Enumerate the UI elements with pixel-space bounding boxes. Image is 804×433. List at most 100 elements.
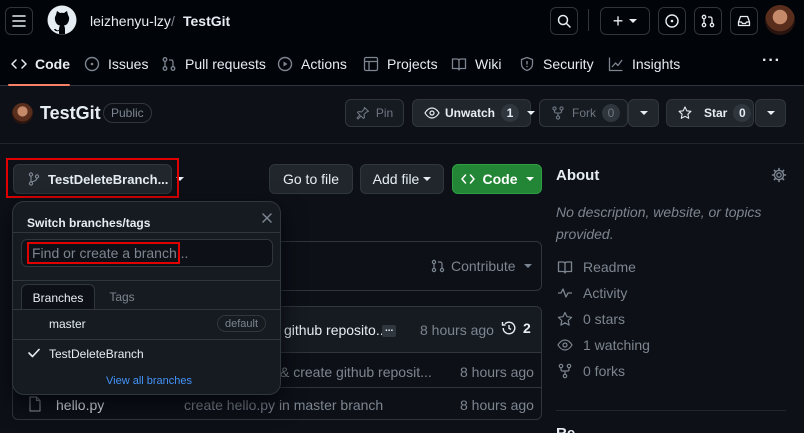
- avatar[interactable]: [765, 5, 795, 35]
- tab-projects[interactable]: Projects: [363, 52, 438, 76]
- star-button[interactable]: Star 0: [666, 99, 754, 127]
- code-button[interactable]: Code: [452, 164, 542, 194]
- file-row-2-message[interactable]: create hello.py in master branch: [184, 397, 383, 413]
- star-label: Star: [704, 106, 728, 120]
- git-pull-request-icon: [161, 56, 177, 72]
- create-new-button[interactable]: +: [600, 7, 650, 35]
- pull-requests-button[interactable]: [694, 7, 722, 35]
- star-icon: [678, 106, 692, 120]
- branch-item-testdeletebranch[interactable]: TestDeleteBranch: [13, 341, 280, 367]
- about-activity[interactable]: Activity: [557, 283, 627, 303]
- about-watching[interactable]: 1 watching: [557, 335, 650, 355]
- fork-button[interactable]: Fork 0: [539, 99, 628, 127]
- tab-branches[interactable]: Branches: [21, 284, 95, 310]
- commit-history-link[interactable]: 2: [501, 320, 531, 336]
- branch-item-master[interactable]: master default: [13, 311, 280, 337]
- close-icon[interactable]: [260, 211, 274, 225]
- about-readme[interactable]: Readme: [557, 257, 636, 277]
- menu-button[interactable]: [5, 7, 33, 35]
- eye-icon: [424, 106, 440, 120]
- caret-down-icon: [629, 19, 638, 23]
- star-options-button[interactable]: [755, 99, 786, 127]
- about-forks-label: 0 forks: [583, 363, 626, 379]
- pin-icon: [356, 106, 370, 120]
- git-pull-request-icon: [701, 14, 715, 28]
- tab-wiki[interactable]: Wiki: [451, 52, 501, 76]
- tab-wiki-label: Wiki: [475, 56, 502, 72]
- unwatch-button[interactable]: Unwatch 1: [412, 99, 536, 127]
- about-description: No description, website, or topics provi…: [556, 204, 762, 242]
- fork-count: 0: [602, 104, 620, 122]
- tab-actions[interactable]: Actions: [277, 52, 347, 76]
- default-badge: default: [217, 315, 267, 332]
- tab-pull-requests-label: Pull requests: [185, 56, 266, 72]
- caret-down-icon: [525, 177, 534, 181]
- search-icon: [557, 14, 571, 28]
- inbox-icon: [737, 14, 751, 28]
- about-stars[interactable]: 0 stars: [557, 309, 625, 329]
- dropdown-title: Switch branches/tags: [27, 216, 151, 230]
- add-file-label: Add file: [372, 171, 420, 187]
- about-stars-label: 0 stars: [583, 311, 626, 327]
- code-icon: [11, 56, 27, 72]
- git-pull-request-icon: [431, 259, 445, 273]
- about-forks[interactable]: 0 forks: [557, 361, 625, 381]
- dropdown-tabs-bottom: [13, 309, 280, 310]
- unwatch-label: Unwatch: [445, 106, 496, 120]
- global-header: leizhenyu-lzy / TestGit + Code Issues Pu…: [0, 0, 804, 86]
- tab-issues[interactable]: Issues: [84, 52, 148, 76]
- fork-options-button[interactable]: [628, 99, 659, 127]
- file-row-2-name[interactable]: hello.py: [56, 397, 104, 413]
- tab-security-label: Security: [543, 56, 594, 72]
- repo-title[interactable]: TestGit: [40, 103, 101, 124]
- issues-button[interactable]: [658, 7, 686, 35]
- breadcrumb-repo[interactable]: TestGit: [183, 13, 230, 29]
- issue-opened-icon: [665, 14, 679, 28]
- about-section-divider: [556, 410, 786, 411]
- tab-issues-label: Issues: [108, 56, 149, 72]
- search-button[interactable]: [550, 7, 578, 35]
- active-tab-indicator: [8, 84, 70, 86]
- inbox-button[interactable]: [730, 7, 758, 35]
- view-all-branches-link[interactable]: View all branches: [106, 375, 192, 387]
- tab-code[interactable]: Code: [11, 52, 70, 76]
- breadcrumb-separator: /: [171, 13, 175, 29]
- contribute-button[interactable]: Contribute: [431, 258, 532, 274]
- github-logo[interactable]: [47, 5, 77, 35]
- branch-name: TestDeleteBranch: [49, 347, 144, 361]
- contribute-label: Contribute: [451, 258, 516, 274]
- issue-opened-icon: [84, 56, 100, 72]
- caret-down-icon: [766, 111, 775, 115]
- pulse-icon: [557, 285, 573, 301]
- file-row-1-message[interactable]: & create github reposit...: [280, 364, 432, 380]
- hamburger-icon: [12, 15, 26, 27]
- commit-expand-button[interactable]: ...: [382, 324, 397, 337]
- go-to-file-button[interactable]: Go to file: [269, 164, 353, 194]
- tab-insights[interactable]: Insights: [608, 52, 680, 76]
- pin-button[interactable]: Pin: [345, 99, 404, 127]
- tab-code-label: Code: [35, 56, 70, 72]
- file-row-2-time: 8 hours ago: [460, 397, 534, 413]
- tab-security[interactable]: Security: [519, 52, 594, 76]
- breadcrumb-owner[interactable]: leizhenyu-lzy: [90, 13, 171, 29]
- gear-icon[interactable]: [771, 167, 787, 183]
- caret-down-icon: [523, 264, 532, 268]
- tab-tags[interactable]: Tags: [97, 284, 147, 310]
- fork-label: Fork: [572, 106, 596, 120]
- star-count: 0: [733, 104, 752, 122]
- history-icon: [501, 320, 517, 336]
- tab-pull-requests[interactable]: Pull requests: [161, 52, 266, 76]
- book-icon: [557, 259, 573, 275]
- about-heading: About: [556, 167, 600, 184]
- add-file-button[interactable]: Add file: [360, 164, 444, 194]
- dropdown-divider: [13, 232, 280, 233]
- more-tabs-button[interactable]: ···: [762, 52, 781, 70]
- branch-item-divider: [13, 339, 280, 340]
- highlight-branch-select: [6, 158, 179, 198]
- check-icon: [28, 348, 40, 358]
- latest-commit-message[interactable]: github reposito...: [284, 322, 388, 338]
- branch-name: master: [49, 317, 86, 331]
- star-icon: [557, 311, 573, 327]
- caret-down-icon: [639, 111, 648, 115]
- about-watching-label: 1 watching: [583, 337, 650, 353]
